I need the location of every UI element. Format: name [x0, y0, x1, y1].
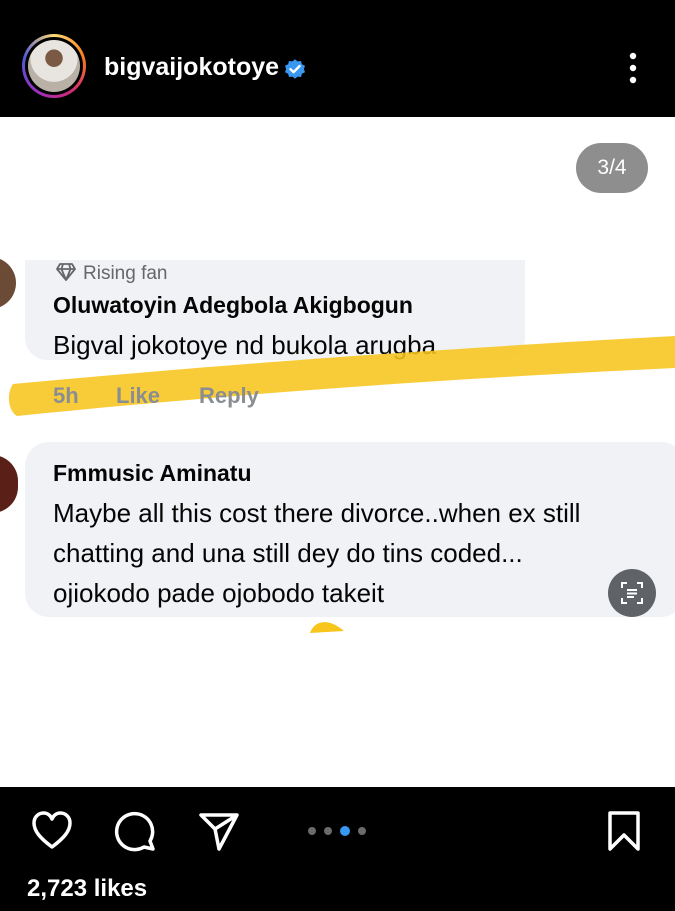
post-footer: 2,723 likes — [0, 787, 675, 911]
carousel-counter: 3/4 — [576, 143, 648, 193]
comment-author-1: Oluwatoyin Adegbola Akigbogun — [53, 292, 413, 318]
comment-like-1: Like — [116, 383, 161, 408]
comment-reply-1: Reply — [199, 383, 259, 408]
post-header: bigvaijokotoye — [0, 0, 675, 117]
comment-text-2-line-2: chatting and una still dey do tins coded… — [53, 538, 523, 568]
carousel-dot — [358, 827, 366, 835]
bookmark-icon[interactable] — [602, 809, 646, 853]
comment-icon[interactable] — [113, 809, 157, 853]
profile-avatar[interactable] — [22, 34, 86, 98]
more-options-icon[interactable] — [621, 50, 645, 86]
rising-fan-badge: Rising fan — [55, 262, 168, 285]
carousel-dot — [324, 827, 332, 835]
post-image: 3/4 Rising fan Oluwatoyin Adegbola Akigb… — [0, 117, 675, 787]
commenter-avatar-2 — [0, 455, 18, 513]
avatar-image — [28, 40, 80, 92]
scan-text-button[interactable] — [608, 569, 656, 617]
diamond-icon — [56, 263, 76, 281]
verified-badge-icon — [285, 59, 305, 79]
comment-author-2: Fmmusic Aminatu — [53, 460, 252, 486]
share-icon[interactable] — [197, 809, 241, 853]
carousel-dot-active — [340, 826, 350, 836]
comment-text-2-line-3: ojiokodo pade ojobodo takeit — [53, 578, 385, 608]
scan-text-icon — [621, 582, 643, 604]
likes-count[interactable]: 2,723 likes — [27, 875, 147, 903]
avatar-frame — [25, 37, 83, 95]
highlight-mark — [310, 622, 344, 633]
badge-label: Rising fan — [83, 263, 168, 284]
carousel-indicator — [306, 824, 370, 836]
highlight-stroke — [8, 336, 675, 416]
comment-text-2-line-1: Maybe all this cost there divorce..when … — [53, 498, 581, 528]
username[interactable]: bigvaijokotoye — [104, 53, 279, 82]
carousel-dot — [308, 827, 316, 835]
comment-time-1: 5h — [53, 383, 79, 408]
commenter-avatar-1 — [0, 257, 16, 309]
heart-icon[interactable] — [30, 809, 74, 853]
